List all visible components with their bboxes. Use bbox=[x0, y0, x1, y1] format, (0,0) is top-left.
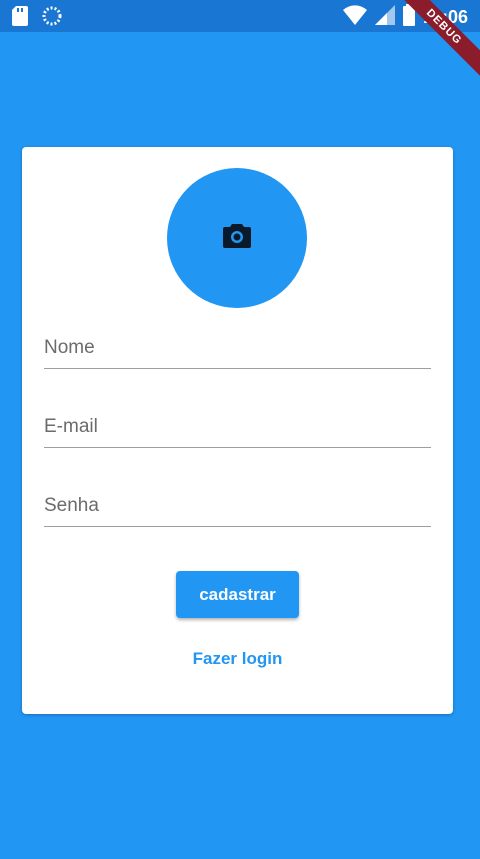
wifi-icon bbox=[342, 5, 367, 30]
status-bar: 11:06 DEBUG bbox=[0, 0, 480, 83]
sync-icon bbox=[42, 6, 62, 31]
avatar-picker[interactable] bbox=[167, 168, 307, 308]
camera-icon bbox=[223, 223, 251, 253]
signal-icon bbox=[374, 5, 395, 30]
name-input[interactable] bbox=[44, 328, 431, 368]
name-field bbox=[44, 328, 431, 369]
login-link[interactable]: Fazer login bbox=[22, 649, 453, 669]
password-input[interactable] bbox=[44, 486, 431, 526]
signup-card: cadastrar Fazer login bbox=[22, 147, 453, 714]
sd-card-icon bbox=[12, 6, 28, 31]
email-field bbox=[44, 407, 431, 448]
signup-button[interactable]: cadastrar bbox=[176, 571, 299, 618]
password-field bbox=[44, 486, 431, 527]
email-input[interactable] bbox=[44, 407, 431, 447]
